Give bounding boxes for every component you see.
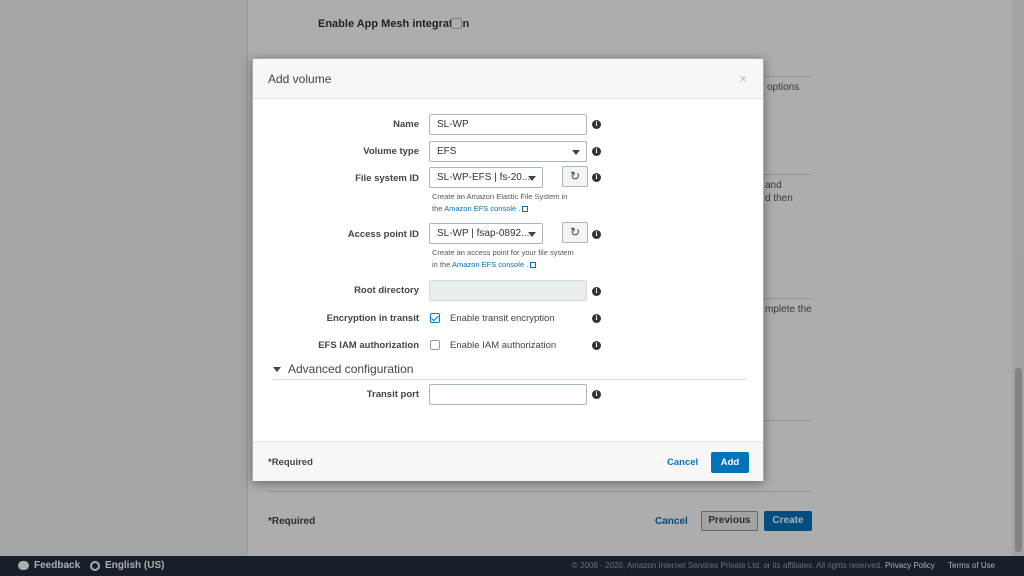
efs-console-link[interactable]: Amazon EFS console . <box>452 260 528 269</box>
volume-type-select[interactable]: EFS <box>429 141 587 162</box>
refresh-icon: ↻ <box>569 225 581 239</box>
access-point-id-label: Access point ID <box>347 229 419 240</box>
advanced-configuration-label: Advanced configuration <box>288 362 414 376</box>
help-text: Create an Amazon Elastic File System in <box>432 192 568 201</box>
transit-encryption-label: Enable transit encryption <box>450 313 555 324</box>
file-system-help: Create an Amazon Elastic File System in … <box>432 191 567 215</box>
transit-encryption-checkbox[interactable] <box>430 313 440 323</box>
file-system-id-label: File system ID <box>355 173 419 184</box>
chevron-down-icon <box>572 150 580 155</box>
modal-header: Add volume × <box>253 59 763 99</box>
name-label: Name <box>393 119 419 130</box>
info-icon[interactable]: i <box>592 120 601 129</box>
chevron-down-icon <box>528 176 536 181</box>
refresh-button[interactable]: ↻ <box>562 222 588 243</box>
volume-type-value: EFS <box>437 146 457 157</box>
access-point-help: Create an access point for your file sys… <box>432 247 574 271</box>
transit-port-input[interactable] <box>429 384 587 405</box>
help-text: Create an access point for your file sys… <box>432 248 574 257</box>
info-icon[interactable]: i <box>592 287 601 296</box>
close-icon[interactable]: × <box>739 71 747 86</box>
external-link-icon <box>522 206 529 213</box>
access-point-id-value: SL-WP | fsap-0892... <box>437 228 530 239</box>
iam-label: EFS IAM authorization <box>318 340 419 351</box>
cancel-button[interactable]: Cancel <box>667 457 698 468</box>
volume-type-label: Volume type <box>363 146 419 157</box>
caret-down-icon <box>273 366 281 372</box>
add-volume-modal: Add volume × Name i Volume type EFS i Fi… <box>252 58 764 481</box>
modal-footer: *Required Cancel Add <box>253 441 763 481</box>
info-icon[interactable]: i <box>592 147 601 156</box>
info-icon[interactable]: i <box>592 230 601 239</box>
file-system-id-select[interactable]: SL-WP-EFS | fs-20... <box>429 167 543 188</box>
refresh-icon: ↻ <box>569 169 581 183</box>
help-text: in the <box>432 260 451 269</box>
chevron-down-icon <box>528 232 536 237</box>
refresh-button[interactable]: ↻ <box>562 166 588 187</box>
help-text: the <box>432 204 443 213</box>
info-icon[interactable]: i <box>592 341 601 350</box>
file-system-id-value: SL-WP-EFS | fs-20... <box>437 172 531 183</box>
iam-authorization-checkbox[interactable] <box>430 340 440 350</box>
add-button[interactable]: Add <box>711 452 749 473</box>
transit-port-label: Transit port <box>366 389 419 400</box>
external-link-icon <box>530 262 537 269</box>
advanced-configuration-toggle[interactable]: Advanced configuration <box>273 362 413 376</box>
info-icon[interactable]: i <box>592 173 601 182</box>
access-point-id-select[interactable]: SL-WP | fsap-0892... <box>429 223 543 244</box>
iam-authorization-label: Enable IAM authorization <box>450 340 557 351</box>
encryption-label: Encryption in transit <box>326 313 419 324</box>
efs-console-link[interactable]: Amazon EFS console . <box>444 204 520 213</box>
root-directory-label: Root directory <box>354 285 419 296</box>
modal-title: Add volume <box>268 72 332 86</box>
root-directory-input <box>429 280 587 301</box>
required-note: *Required <box>268 457 313 468</box>
divider <box>273 379 747 380</box>
info-icon[interactable]: i <box>592 314 601 323</box>
info-icon[interactable]: i <box>592 390 601 399</box>
name-input[interactable] <box>429 114 587 135</box>
